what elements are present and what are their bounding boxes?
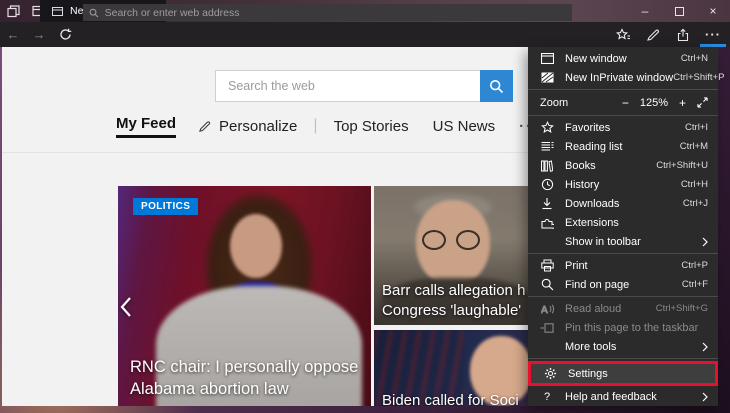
address-bar[interactable] xyxy=(83,4,572,21)
menu-item-pin-to-taskbar: Pin this page to the taskbar xyxy=(528,318,718,337)
window-controls: – × xyxy=(628,0,730,22)
menu-item-books[interactable]: Books Ctrl+Shift+U xyxy=(528,156,718,175)
inprivate-icon xyxy=(540,72,554,83)
tab-top-stories[interactable]: Top Stories xyxy=(334,118,409,135)
forward-button[interactable]: → xyxy=(26,22,52,47)
headline: Biden called for Soci xyxy=(382,392,519,406)
settings-and-more-button[interactable]: ··· xyxy=(698,22,728,47)
menu-item-more-tools[interactable]: More tools xyxy=(528,337,718,356)
menu-separator xyxy=(528,296,718,297)
fullscreen-icon[interactable] xyxy=(697,97,708,108)
pin-icon xyxy=(540,323,554,333)
chevron-right-icon xyxy=(702,342,708,352)
menu-item-help-and-feedback[interactable]: ? Help and feedback xyxy=(528,387,718,406)
settings-and-more-menu: New window Ctrl+N New InPrivate window C… xyxy=(528,47,718,406)
menu-separator xyxy=(528,358,718,359)
carousel-previous-icon[interactable] xyxy=(120,296,132,318)
menu-item-extensions[interactable]: Extensions xyxy=(528,213,718,232)
pencil-icon xyxy=(198,120,211,133)
photo-abstract xyxy=(422,230,446,250)
find-magnifier-icon xyxy=(540,278,554,291)
tab-favicon-icon xyxy=(52,7,63,16)
printer-icon xyxy=(540,259,554,272)
headline: Barr calls allegation h Congress 'laugha… xyxy=(382,281,525,322)
more-dots-icon: ··· xyxy=(705,27,721,42)
menu-item-history[interactable]: History Ctrl+H xyxy=(528,175,718,194)
politics-badge: POLITICS xyxy=(133,198,198,215)
web-search-box xyxy=(215,70,513,102)
menu-item-read-aloud: A Read aloud Ctrl+Shift+G xyxy=(528,299,718,318)
hub-favorites-icon[interactable] xyxy=(608,22,638,47)
svg-text:A: A xyxy=(541,305,548,315)
zoom-out-button[interactable]: − xyxy=(622,96,629,110)
tab-us-news[interactable]: US News xyxy=(433,118,496,135)
zoom-level: 125% xyxy=(640,97,668,109)
menu-item-print[interactable]: Print Ctrl+P xyxy=(528,256,718,275)
maximize-button[interactable] xyxy=(662,0,696,22)
tab-my-feed[interactable]: My Feed xyxy=(116,115,176,138)
download-icon xyxy=(540,197,554,210)
menu-item-new-inprivate-window[interactable]: New InPrivate window Ctrl+Shift+P xyxy=(528,68,718,87)
photo-abstract xyxy=(456,230,480,250)
menu-item-reading-list[interactable]: Reading list Ctrl+M xyxy=(528,137,718,156)
web-search-input[interactable] xyxy=(215,70,480,102)
address-search-icon xyxy=(89,8,99,18)
news-card-rnc-chair[interactable]: POLITICS RNC chair: I personally oppose … xyxy=(118,186,371,406)
window-icon xyxy=(540,53,554,64)
menu-separator xyxy=(528,253,718,254)
settings-highlight-annotation: Settings xyxy=(528,361,718,386)
star-icon xyxy=(540,121,554,134)
menu-item-find-on-page[interactable]: Find on page Ctrl+F xyxy=(528,275,718,294)
gear-icon xyxy=(543,367,557,380)
personalize-button[interactable]: Personalize xyxy=(198,118,297,135)
menu-item-favorites[interactable]: Favorites Ctrl+I xyxy=(528,118,718,137)
help-question-icon: ? xyxy=(540,391,554,403)
minimize-button[interactable]: – xyxy=(628,0,662,22)
search-icon xyxy=(489,79,504,94)
chevron-right-icon xyxy=(702,237,708,247)
menu-separator xyxy=(528,89,718,90)
feed-nav-divider: | xyxy=(313,117,317,135)
menu-item-show-in-toolbar[interactable]: Show in toolbar xyxy=(528,232,718,251)
reading-list-icon xyxy=(540,141,554,152)
web-search-button[interactable] xyxy=(480,70,513,102)
menu-item-downloads[interactable]: Downloads Ctrl+J xyxy=(528,194,718,213)
zoom-in-button[interactable]: + xyxy=(679,96,686,110)
set-aside-tabs-icon[interactable] xyxy=(0,0,26,22)
toolbar-right-buttons: ··· xyxy=(608,22,728,47)
menu-item-new-window[interactable]: New window Ctrl+N xyxy=(528,49,718,68)
read-aloud-icon: A xyxy=(540,303,554,315)
menu-item-zoom: Zoom − 125% + xyxy=(528,92,718,113)
menu-item-settings[interactable]: Settings xyxy=(531,364,715,383)
web-note-pen-icon[interactable] xyxy=(638,22,668,47)
books-icon xyxy=(540,160,554,172)
extensions-puzzle-icon xyxy=(540,217,554,229)
chevron-right-icon xyxy=(702,392,708,402)
menu-separator xyxy=(528,115,718,116)
share-icon[interactable] xyxy=(668,22,698,47)
address-input[interactable] xyxy=(105,7,566,19)
photo-abstract xyxy=(230,214,282,278)
close-button[interactable]: × xyxy=(696,0,730,22)
refresh-button[interactable] xyxy=(52,22,78,47)
headline: RNC chair: I personally oppose Alabama a… xyxy=(130,357,358,400)
feed-navigation: My Feed Personalize | Top Stories US New… xyxy=(116,111,540,141)
personalize-label: Personalize xyxy=(219,118,297,135)
back-button[interactable]: ← xyxy=(0,22,26,47)
history-clock-icon xyxy=(540,178,554,191)
